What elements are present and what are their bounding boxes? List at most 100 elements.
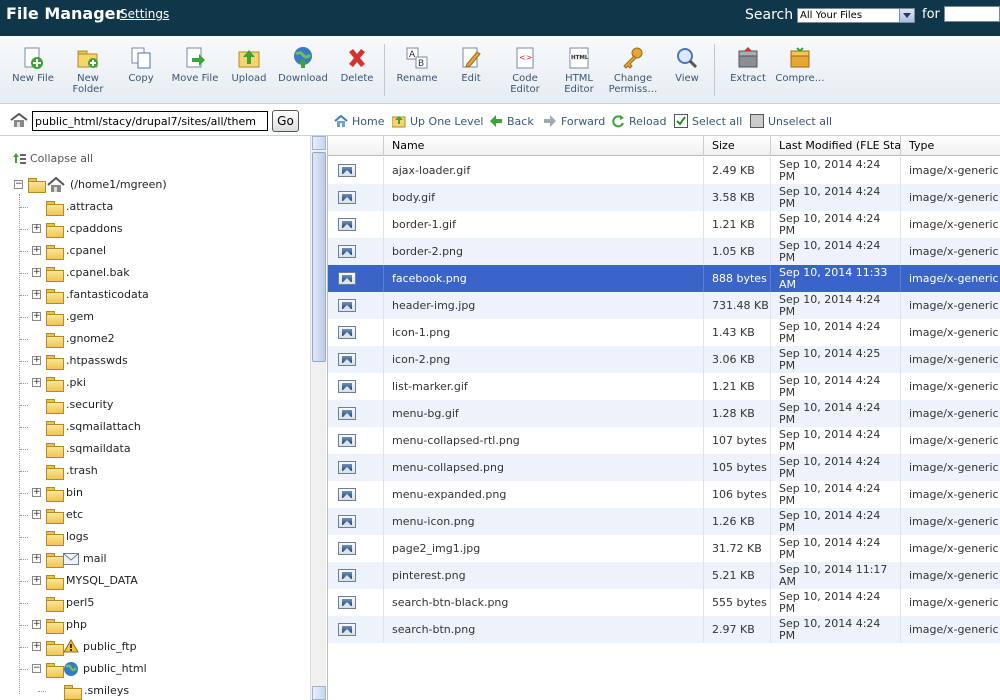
tree-item[interactable]: .sqmaildata: [20, 441, 292, 459]
expand-toggle[interactable]: −: [32, 664, 41, 673]
column-header-name[interactable]: Name: [384, 136, 704, 156]
table-row[interactable]: ajax-loader.gif 2.49 KB Sep 10, 2014 4:24 …: [328, 157, 1000, 184]
download-button[interactable]: Download: [275, 46, 331, 84]
select-all-button[interactable]: Select all: [674, 114, 742, 128]
expand-toggle[interactable]: +: [32, 576, 41, 585]
unselect-all-button[interactable]: Unselect all: [750, 114, 832, 128]
tree-item[interactable]: perl5: [20, 595, 292, 613]
table-row[interactable]: menu-icon.png 1.26 KB Sep 10, 2014 4:24 PM…: [328, 508, 1000, 535]
folder-icon: [46, 553, 64, 568]
change-permissions-button[interactable]: Change Permiss…: [605, 46, 661, 95]
expand-toggle[interactable]: +: [32, 246, 41, 255]
table-row[interactable]: menu-collapsed-rtl.png 107 bytes Sep 10, 2…: [328, 427, 1000, 454]
tree-item[interactable]: + .gem: [20, 309, 292, 327]
expand-toggle[interactable]: +: [32, 268, 41, 277]
tree-item[interactable]: + .cpaddons: [20, 221, 292, 239]
path-input[interactable]: public_html/stacy/drupal7/sites/all/them: [32, 111, 268, 131]
table-row[interactable]: menu-collapsed.png 105 bytes Sep 10, 2014 …: [328, 454, 1000, 481]
home-button[interactable]: Home: [334, 114, 384, 128]
tree-guide-line: [19, 194, 20, 694]
expand-toggle[interactable]: +: [32, 620, 41, 629]
delete-button[interactable]: Delete: [329, 46, 385, 84]
tree-item[interactable]: − public_html: [20, 661, 292, 679]
expand-toggle[interactable]: +: [32, 510, 41, 519]
view-button[interactable]: View: [659, 46, 715, 84]
table-row[interactable]: menu-bg.gif 1.28 KB Sep 10, 2014 4:24 PM im…: [328, 400, 1000, 427]
table-row[interactable]: header-img.jpg 731.48 KB Sep 10, 2014 4:24…: [328, 292, 1000, 319]
cell-type-text: image/x-generic: [909, 407, 999, 420]
extract-button[interactable]: Extract: [720, 46, 776, 84]
upload-button[interactable]: Upload: [221, 46, 277, 84]
table-row[interactable]: facebook.png 888 bytes Sep 10, 2014 11:33 …: [328, 265, 1000, 292]
new-file-button[interactable]: New File: [5, 46, 61, 84]
tree-item[interactable]: .smileys: [38, 683, 310, 700]
back-button[interactable]: Back: [489, 114, 534, 128]
expand-toggle[interactable]: +: [32, 488, 41, 497]
new-folder-button[interactable]: New Folder: [60, 46, 116, 95]
tree-item[interactable]: + .cpanel.bak: [20, 265, 292, 283]
move-file-button[interactable]: Move File: [167, 46, 223, 84]
tree-item[interactable]: + .pki: [20, 375, 292, 393]
table-row[interactable]: search-btn-black.png 555 bytes Sep 10, 201…: [328, 589, 1000, 616]
table-row[interactable]: border-1.gif 1.21 KB Sep 10, 2014 4:24 PM i…: [328, 211, 1000, 238]
collapse-all-button[interactable]: Collapse all: [12, 152, 93, 165]
tree-item[interactable]: .gnome2: [20, 331, 292, 349]
table-row[interactable]: body.gif 3.58 KB Sep 10, 2014 4:24 PM image…: [328, 184, 1000, 211]
edit-button[interactable]: Edit: [443, 46, 499, 84]
home-icon[interactable]: [10, 113, 28, 127]
tree-item[interactable]: logs: [20, 529, 292, 547]
tree-scrollbar[interactable]: [310, 136, 326, 700]
table-row[interactable]: menu-expanded.png 106 bytes Sep 10, 2014 4…: [328, 481, 1000, 508]
expand-toggle[interactable]: +: [32, 642, 41, 651]
collapse-toggle[interactable]: −: [14, 180, 23, 189]
cell-name-text: pinterest.png: [392, 569, 466, 582]
table-row[interactable]: icon-1.png 1.43 KB Sep 10, 2014 4:24 PM ima…: [328, 319, 1000, 346]
reload-button[interactable]: Reload: [611, 114, 666, 128]
expand-toggle[interactable]: +: [32, 356, 41, 365]
code-editor-button[interactable]: <> Code Editor: [497, 46, 553, 95]
expand-toggle[interactable]: +: [32, 554, 41, 563]
rename-button[interactable]: AB Rename: [389, 46, 445, 84]
tree-item[interactable]: .sqmailattach: [20, 419, 292, 437]
forward-button[interactable]: Forward: [543, 114, 605, 128]
search-scope-select[interactable]: All Your Files: [797, 8, 915, 23]
expand-toggle[interactable]: +: [32, 224, 41, 233]
tree-item[interactable]: .security: [20, 397, 292, 415]
tree-item[interactable]: + php: [20, 617, 292, 635]
table-row[interactable]: border-2.png 1.05 KB Sep 10, 2014 4:24 PM i…: [328, 238, 1000, 265]
table-row[interactable]: search-btn.png 2.97 KB Sep 10, 2014 4:24 P…: [328, 616, 1000, 643]
settings-link[interactable]: Settings: [120, 7, 169, 21]
search-input[interactable]: [944, 6, 1000, 22]
column-header-type[interactable]: Type: [901, 136, 1000, 156]
copy-button[interactable]: Copy: [113, 46, 169, 84]
tree-item[interactable]: + .cpanel: [20, 243, 292, 261]
tree-item[interactable]: + mail: [20, 551, 292, 569]
scroll-down-arrow[interactable]: [312, 686, 326, 700]
expand-toggle[interactable]: +: [32, 312, 41, 321]
column-header-modified[interactable]: Last Modified (FLE Stand: [771, 136, 901, 156]
table-row[interactable]: pinterest.png 5.21 KB Sep 10, 2014 11:17 A…: [328, 562, 1000, 589]
tree-item[interactable]: .trash: [20, 463, 292, 481]
table-row[interactable]: page2_img1.jpg 31.72 KB Sep 10, 2014 4:24 …: [328, 535, 1000, 562]
expand-toggle[interactable]: +: [32, 290, 41, 299]
tree-item[interactable]: + bin: [20, 485, 292, 503]
scroll-up-arrow[interactable]: [312, 136, 326, 150]
go-button[interactable]: Go: [272, 110, 299, 132]
tree-item[interactable]: + etc: [20, 507, 292, 525]
compress-button[interactable]: Compre…: [772, 46, 828, 84]
expand-toggle[interactable]: +: [32, 378, 41, 387]
tree-item[interactable]: + .fantasticodata: [20, 287, 292, 305]
tree-item[interactable]: .attracta: [20, 199, 292, 217]
table-row[interactable]: icon-2.png 3.06 KB Sep 10, 2014 4:25 PM ima…: [328, 346, 1000, 373]
column-header-size[interactable]: Size: [704, 136, 771, 156]
column-header-icon[interactable]: [328, 136, 384, 156]
tree-item[interactable]: + .htpasswds: [20, 353, 292, 371]
tree-item[interactable]: + public_ftp: [20, 639, 292, 657]
html-editor-button[interactable]: HTML HTML Editor: [551, 46, 607, 95]
tree-root[interactable]: − (/home1/mgreen): [14, 177, 304, 195]
scroll-thumb[interactable]: [312, 152, 326, 362]
table-row[interactable]: list-marker.gif 1.21 KB Sep 10, 2014 4:24 …: [328, 373, 1000, 400]
up-one-level-button[interactable]: Up One Level: [392, 114, 483, 128]
chevron-down-icon[interactable]: [899, 9, 914, 22]
tree-item[interactable]: + MYSQL_DATA: [20, 573, 292, 591]
